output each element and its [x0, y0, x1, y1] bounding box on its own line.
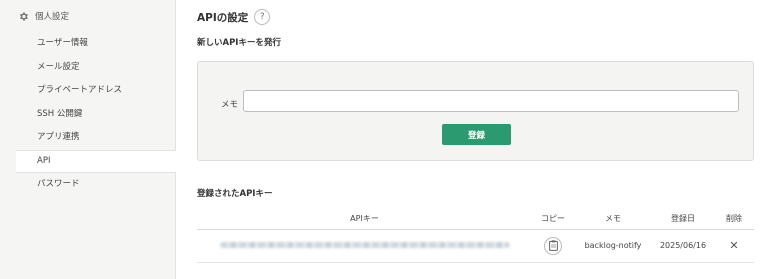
clipboard-icon [548, 240, 558, 251]
api-key-table: APIキー コピー メモ 登録日 削除 backlog-notify 2025/… [197, 209, 754, 263]
column-header-copy: コピー [532, 209, 574, 230]
column-header-memo: メモ [574, 209, 652, 230]
date-cell: 2025/06/16 [652, 229, 714, 263]
gear-icon [20, 12, 28, 20]
sidebar-item-api[interactable]: API [16, 149, 176, 173]
sidebar-item-mail-settings[interactable]: メール設定 [0, 56, 175, 80]
column-header-delete: 削除 [714, 209, 754, 230]
memo-cell: backlog-notify [574, 229, 652, 263]
masked-api-key [219, 242, 510, 248]
help-icon[interactable]: ? [254, 9, 271, 25]
copy-cell [532, 229, 574, 263]
sidebar-header: 個人設定 [0, 0, 175, 32]
memo-input[interactable] [243, 90, 739, 112]
table-header-row: APIキー コピー メモ 登録日 削除 [197, 209, 754, 230]
delete-icon[interactable]: ✕ [729, 239, 738, 252]
sidebar-item-ssh-key[interactable]: SSH 公開鍵 [0, 103, 175, 127]
registered-keys-title: 登録されたAPIキー [197, 189, 273, 199]
page-title: APIの設定 [197, 11, 249, 24]
sidebar-header-label: 個人設定 [35, 12, 70, 22]
table-row: backlog-notify 2025/06/16 ✕ [197, 229, 754, 263]
main-content: APIの設定 ? 新しいAPIキーを発行 メモ 登録 登録されたAPIキー AP… [176, 0, 768, 279]
app-root: 個人設定 ユーザー情報 メール設定 プライベートアドレス SSH 公開鍵 アプリ… [0, 0, 768, 279]
sidebar-item-user-info[interactable]: ユーザー情報 [0, 32, 175, 56]
memo-label: メモ [221, 100, 239, 110]
delete-cell: ✕ [714, 229, 754, 263]
register-button[interactable]: 登録 [442, 124, 511, 145]
copy-button[interactable] [544, 236, 562, 255]
sidebar-item-password[interactable]: パスワード [0, 173, 175, 197]
new-key-title: 新しいAPIキーを発行 [197, 38, 281, 48]
column-header-date: 登録日 [652, 209, 714, 230]
column-header-api-key: APIキー [197, 209, 532, 230]
sidebar: 個人設定 ユーザー情報 メール設定 プライベートアドレス SSH 公開鍵 アプリ… [0, 0, 176, 279]
sidebar-item-app-integration[interactable]: アプリ連携 [0, 126, 175, 150]
new-key-form: メモ 登録 [197, 61, 754, 161]
api-key-cell [197, 229, 532, 263]
sidebar-item-private-address[interactable]: プライベートアドレス [0, 79, 175, 103]
title-row: APIの設定 ? [197, 0, 754, 34]
